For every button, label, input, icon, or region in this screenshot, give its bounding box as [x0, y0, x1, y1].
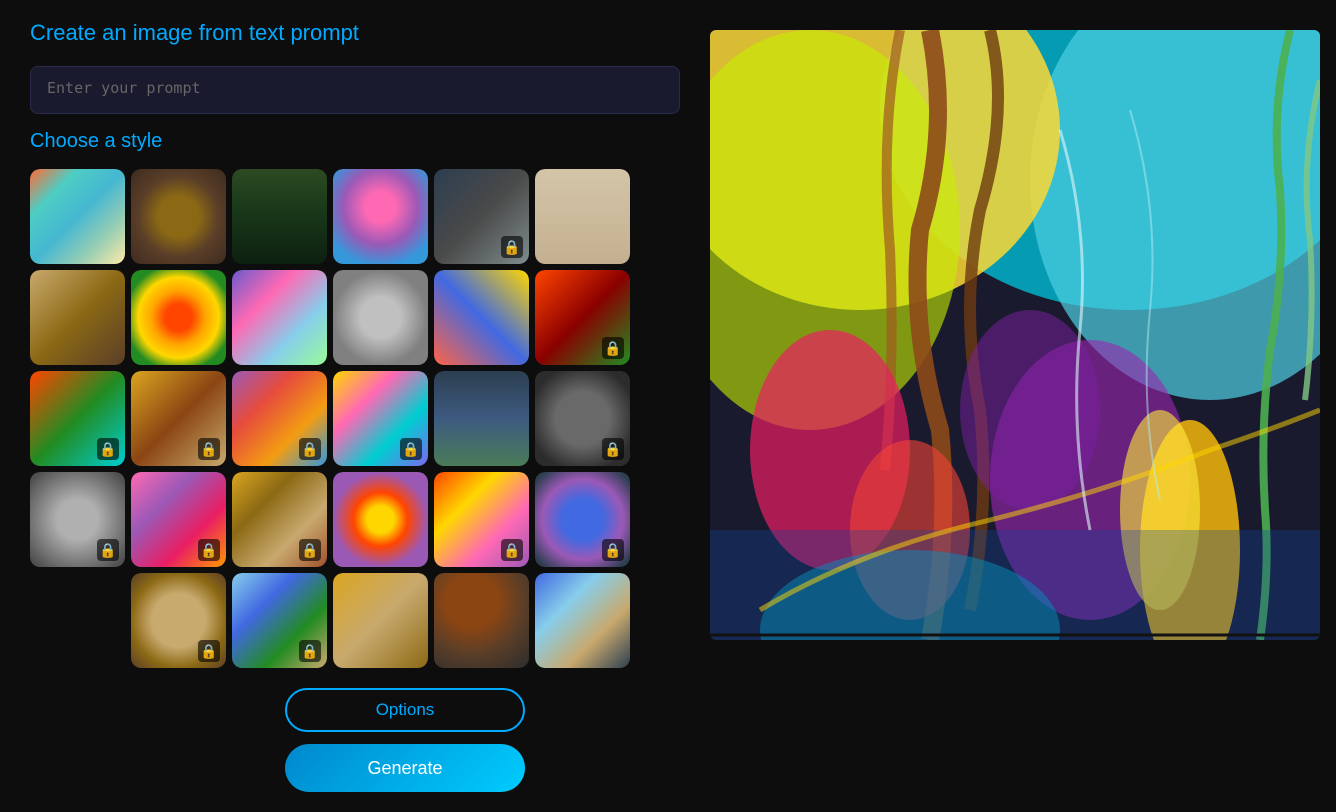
lock-icon: 🔒 [198, 640, 220, 662]
preview-image [710, 30, 1320, 640]
style-item[interactable]: 🔒 [535, 472, 630, 567]
lock-icon: 🔒 [198, 438, 220, 460]
style-item[interactable] [30, 270, 125, 365]
style-item[interactable] [333, 472, 428, 567]
style-item[interactable] [131, 169, 226, 264]
lock-icon: 🔒 [602, 337, 624, 359]
style-item[interactable]: 🔒 [232, 371, 327, 466]
lock-icon: 🔒 [198, 539, 220, 561]
lock-icon: 🔒 [501, 236, 523, 258]
lock-icon: 🔒 [400, 438, 422, 460]
style-item[interactable] [535, 573, 630, 668]
style-item[interactable]: 🔒 [30, 371, 125, 466]
style-item[interactable]: 🔒 [434, 472, 529, 567]
style-item[interactable]: 🔒 [535, 371, 630, 466]
options-button[interactable]: Options [285, 688, 525, 732]
bottom-buttons: Options Generate [30, 688, 680, 792]
style-item[interactable] [333, 270, 428, 365]
style-item[interactable]: 🔒 [535, 270, 630, 365]
lock-icon: 🔒 [602, 438, 624, 460]
generate-button[interactable]: Generate [285, 744, 525, 792]
lock-icon: 🔒 [501, 539, 523, 561]
style-item[interactable] [30, 169, 125, 264]
style-item[interactable] [333, 169, 428, 264]
right-panel [710, 20, 1320, 792]
style-grid: 🔒 🔒 🔒 🔒 [30, 169, 680, 668]
lock-icon: 🔒 [299, 640, 321, 662]
style-item[interactable]: 🔒 [131, 573, 226, 668]
style-item[interactable] [232, 169, 327, 264]
prompt-input[interactable] [30, 66, 680, 114]
page-title: Create an image from text prompt [30, 20, 680, 46]
style-item[interactable]: 🔒 [131, 371, 226, 466]
style-item[interactable]: 🔒 [232, 472, 327, 567]
lock-icon: 🔒 [97, 438, 119, 460]
style-item[interactable] [434, 371, 529, 466]
lock-icon: 🔒 [299, 539, 321, 561]
lock-icon: 🔒 [97, 539, 119, 561]
style-item[interactable] [434, 270, 529, 365]
lock-icon: 🔒 [299, 438, 321, 460]
style-item[interactable] [333, 573, 428, 668]
style-item[interactable] [131, 270, 226, 365]
lock-icon: 🔒 [602, 539, 624, 561]
style-item[interactable]: 🔒 [30, 472, 125, 567]
style-item[interactable]: 🔒 [434, 169, 529, 264]
style-item[interactable] [434, 573, 529, 668]
left-panel: Create an image from text prompt Choose … [30, 20, 680, 792]
style-item[interactable]: 🔒 [333, 371, 428, 466]
style-item[interactable]: 🔒 [131, 472, 226, 567]
style-item[interactable] [535, 169, 630, 264]
style-item[interactable] [232, 270, 327, 365]
choose-style-label: Choose a style [30, 130, 680, 153]
style-item[interactable]: 🔒 [232, 573, 327, 668]
